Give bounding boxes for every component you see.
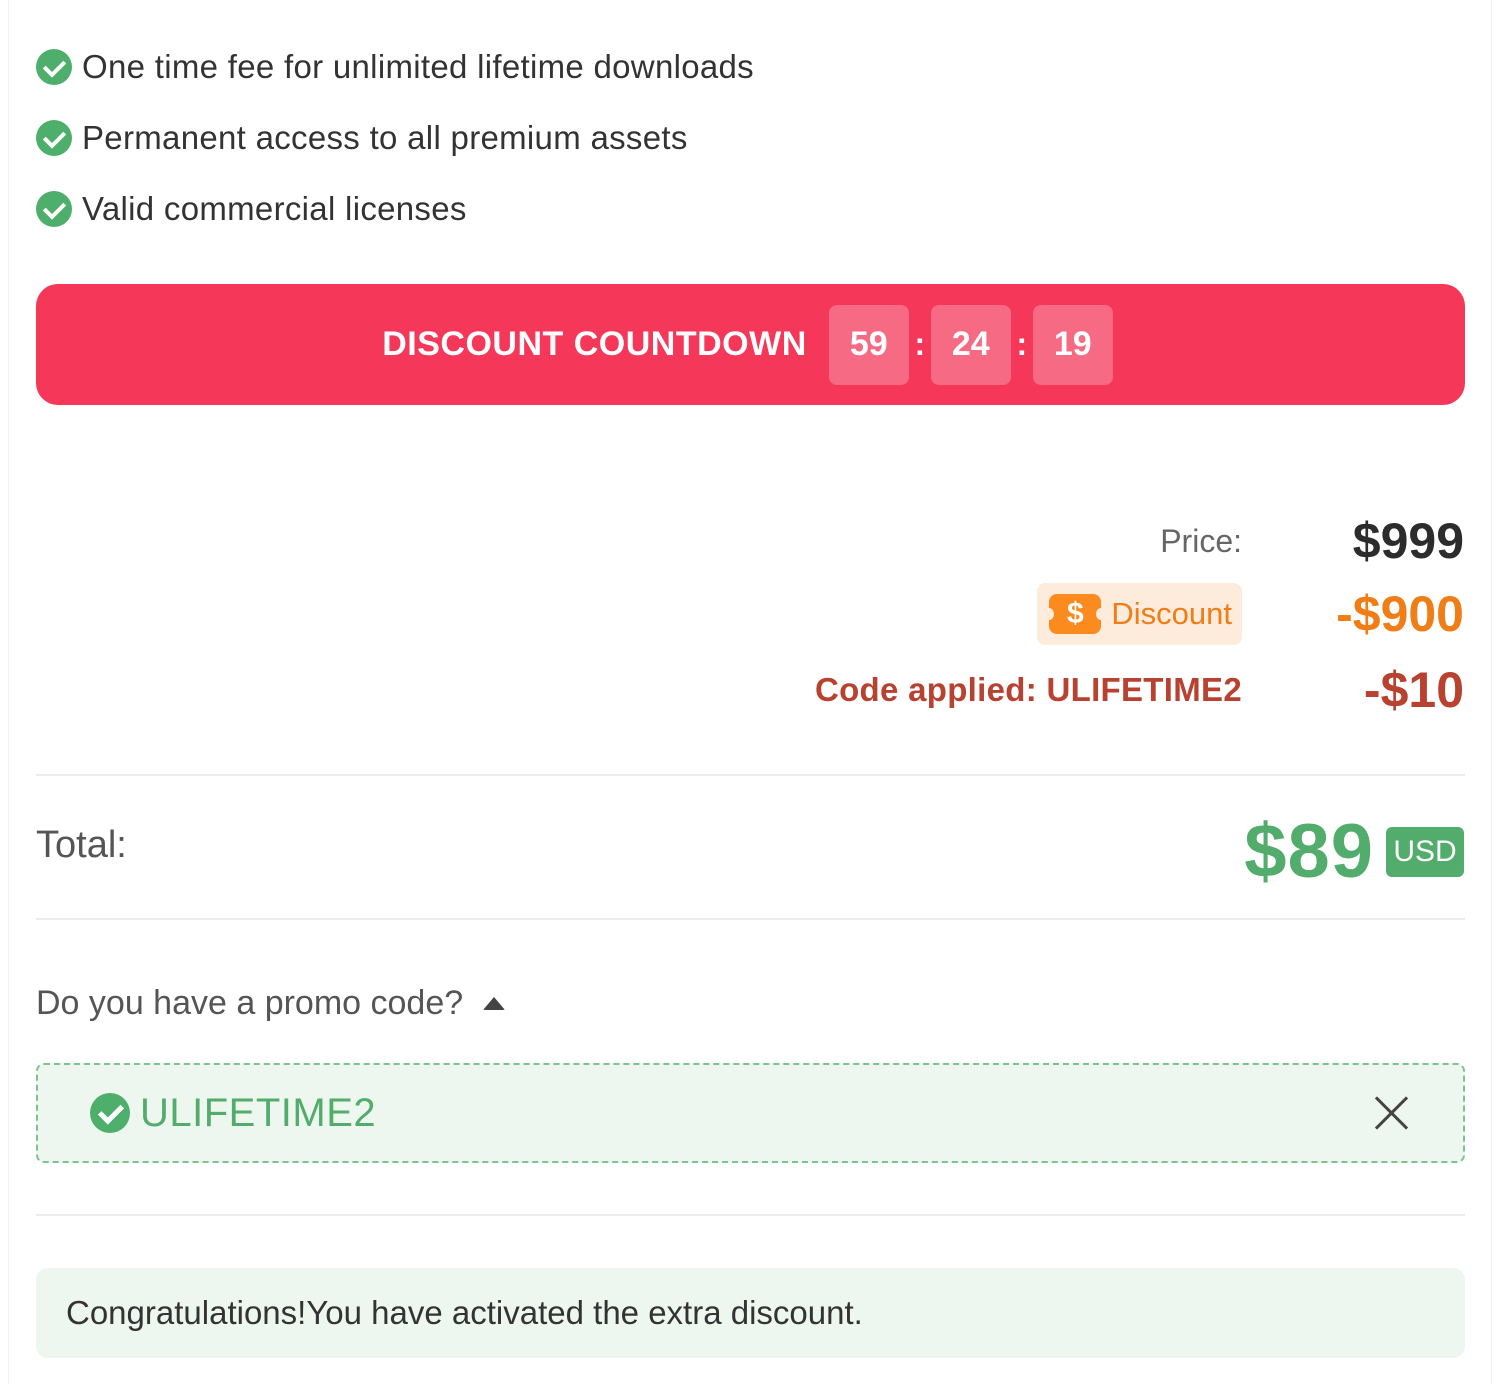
price-label: Price:: [1160, 522, 1242, 559]
discount-value: -$900: [1336, 586, 1464, 642]
coupon-dollar-icon: $: [1044, 594, 1107, 634]
price-value: $999: [1352, 513, 1464, 569]
countdown-hours: 59: [828, 304, 909, 385]
promo-question-label: Do you have a promo code?: [36, 984, 464, 1022]
total-value: $89: [1244, 809, 1374, 894]
divider: [36, 1214, 1465, 1216]
success-message: Congratulations!You have activated the e…: [36, 1268, 1465, 1358]
countdown-separator: :: [1016, 326, 1028, 362]
feature-item: Permanent access to all premium assets: [36, 115, 754, 161]
promo-code-toggle[interactable]: Do you have a promo code?: [36, 984, 506, 1023]
check-circle-icon: [36, 191, 72, 227]
feature-item: Valid commercial licenses: [36, 186, 754, 232]
applied-promo-code-box: ULIFETIME2: [36, 1063, 1465, 1163]
discount-tag: $ Discount: [1037, 583, 1242, 645]
feature-text: Valid commercial licenses: [82, 190, 467, 227]
total-amount: $89 USD: [1244, 808, 1464, 895]
divider: [36, 918, 1465, 920]
close-icon[interactable]: [1373, 1095, 1409, 1131]
feature-list: One time fee for unlimited lifetime down…: [36, 44, 754, 257]
feature-text: Permanent access to all premium assets: [82, 119, 688, 156]
check-circle-icon: [90, 1093, 130, 1133]
divider: [36, 774, 1465, 776]
check-circle-icon: [36, 49, 72, 85]
caret-up-icon[interactable]: [483, 997, 506, 1010]
countdown-title: DISCOUNT COUNTDOWN: [382, 325, 807, 363]
currency-badge: USD: [1386, 826, 1464, 877]
code-applied-label: Code applied: ULIFETIME2: [814, 671, 1242, 708]
check-circle-icon: [36, 120, 72, 156]
feature-text: One time fee for unlimited lifetime down…: [82, 48, 754, 85]
total-label: Total:: [36, 824, 127, 866]
price-row: Price: $999: [1160, 512, 1464, 570]
countdown-separator: :: [914, 326, 926, 362]
discount-label: Discount: [1111, 596, 1232, 631]
countdown-minutes: 24: [930, 304, 1011, 385]
code-applied-row: Code applied: ULIFETIME2 -$10: [815, 661, 1464, 719]
feature-item: One time fee for unlimited lifetime down…: [36, 44, 754, 90]
countdown-seconds: 19: [1032, 304, 1113, 385]
discount-countdown-banner: DISCOUNT COUNTDOWN 59 : 24 : 19: [36, 284, 1465, 405]
discount-row: $ Discount -$900: [1037, 583, 1464, 645]
applied-promo-code: ULIFETIME2: [140, 1090, 377, 1135]
code-applied-value: -$10: [1363, 662, 1464, 718]
